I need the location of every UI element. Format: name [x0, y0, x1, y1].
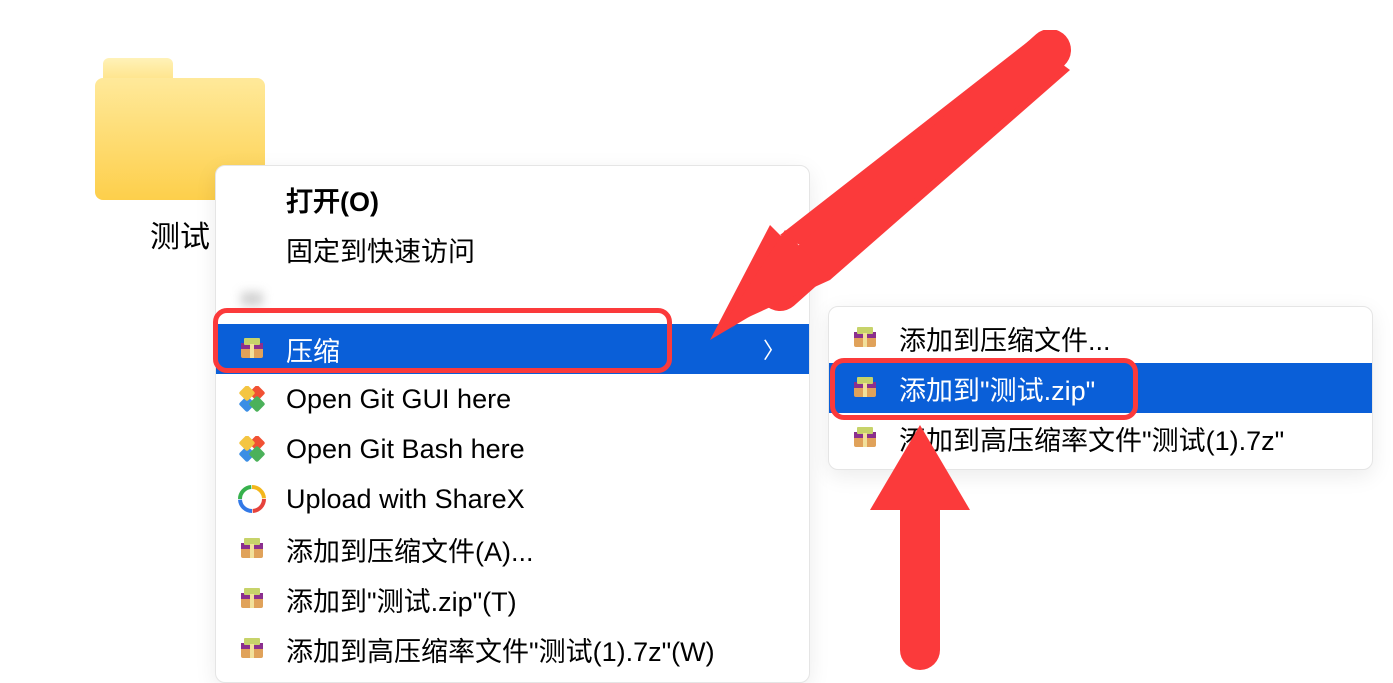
menu-item-pin-quick-access[interactable]: 固定到快速访问 — [216, 224, 809, 274]
menu-item-label: 添加到压缩文件(A)... — [286, 530, 789, 569]
archive-icon — [849, 422, 881, 454]
archive-icon — [849, 372, 881, 404]
menu-item-open[interactable]: 打开(O) — [216, 174, 809, 224]
submenu-item-add-zip[interactable]: 添加到"测试.zip" — [829, 363, 1372, 413]
submenu-item-label: 添加到压缩文件... — [899, 319, 1352, 358]
context-submenu: 添加到压缩文件... 添加到"测试.zip" 添加到高压缩率文件"测试(1).7… — [828, 306, 1373, 470]
context-menu: 打开(O) 固定到快速访问 压缩 〉 — [215, 165, 810, 683]
archive-icon — [236, 533, 268, 565]
git-icon — [236, 433, 268, 465]
menu-item-sharex[interactable]: Upload with ShareX — [216, 474, 809, 524]
submenu-item-label: 添加到"测试.zip" — [899, 369, 1352, 408]
menu-item-git-gui[interactable]: Open Git GUI here — [216, 374, 809, 424]
menu-item-label: Upload with ShareX — [286, 484, 789, 515]
menu-item-git-bash[interactable]: Open Git Bash here — [216, 424, 809, 474]
archive-icon — [236, 633, 268, 665]
menu-item-add-zip[interactable]: 添加到"测试.zip"(T) — [216, 574, 809, 624]
menu-item-compress[interactable]: 压缩 〉 — [216, 324, 809, 374]
menu-item-redacted[interactable] — [216, 274, 809, 324]
chevron-right-icon: 〉 — [763, 333, 789, 365]
menu-item-add-archive[interactable]: 添加到压缩文件(A)... — [216, 524, 809, 574]
archive-icon — [236, 333, 268, 365]
redacted-icon — [236, 283, 268, 315]
menu-item-label: 打开(O) — [286, 180, 789, 219]
menu-item-label: 固定到快速访问 — [286, 230, 789, 269]
menu-item-label: 添加到高压缩率文件"测试(1).7z"(W) — [286, 630, 789, 669]
menu-item-label: Open Git Bash here — [286, 434, 789, 465]
menu-item-label: 添加到"测试.zip"(T) — [286, 580, 789, 619]
archive-icon — [236, 583, 268, 615]
menu-item-label: Open Git GUI here — [286, 384, 789, 415]
submenu-item-add-archive[interactable]: 添加到压缩文件... — [829, 313, 1372, 363]
archive-icon — [849, 322, 881, 354]
submenu-item-add-7z[interactable]: 添加到高压缩率文件"测试(1).7z" — [829, 413, 1372, 463]
git-icon — [236, 383, 268, 415]
sharex-icon — [236, 483, 268, 515]
menu-item-label: 压缩 — [286, 330, 763, 369]
submenu-item-label: 添加到高压缩率文件"测试(1).7z" — [899, 419, 1352, 458]
